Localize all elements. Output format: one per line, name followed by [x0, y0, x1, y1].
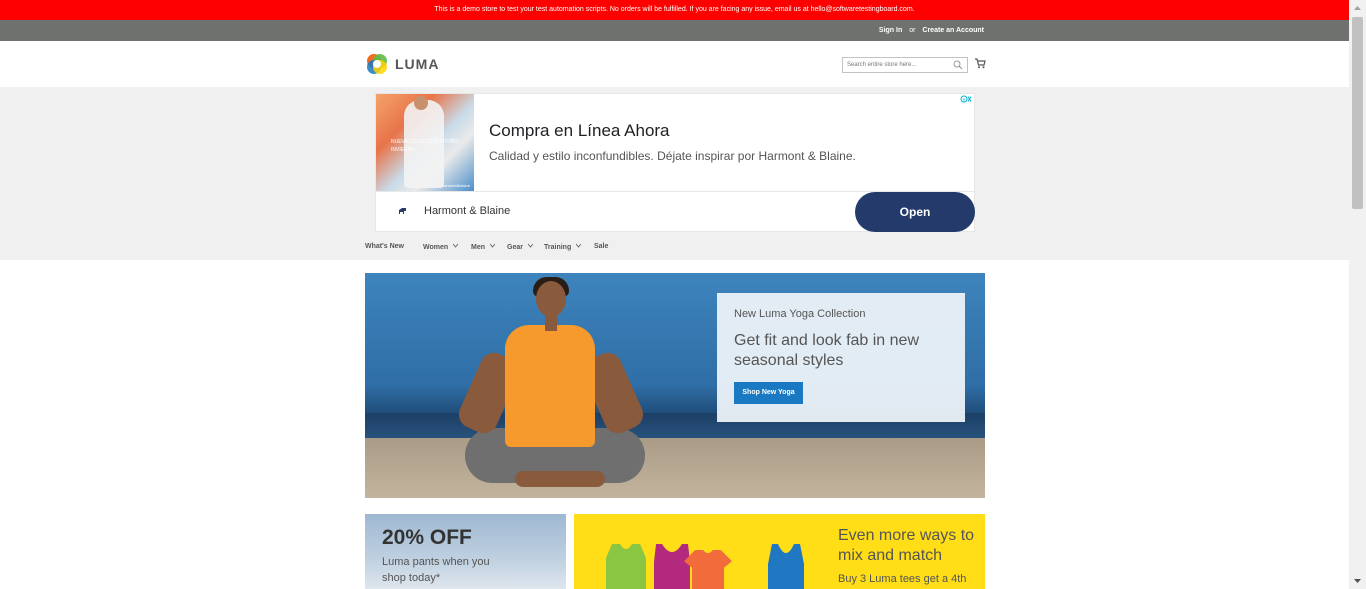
nav-item-training[interactable]: Training — [544, 243, 582, 251]
hero-sand — [365, 438, 985, 498]
hero-kicker: New Luma Yoga Collection — [734, 308, 866, 320]
dog-logo-icon — [399, 208, 406, 214]
cart-icon[interactable] — [975, 58, 986, 69]
header-panel: Sign In or Create an Account — [0, 20, 1349, 41]
pants-promo-block[interactable]: 20% OFF Luma pants when you shop today* — [365, 514, 566, 589]
nav-item-whats-new[interactable]: What's New — [365, 243, 404, 250]
search-input[interactable]: Search entire store here... — [842, 57, 968, 73]
scrollbar-thumb[interactable] — [1352, 17, 1363, 209]
logo-text: LUMA — [395, 56, 440, 72]
account-links: Sign In or Create an Account — [879, 20, 984, 41]
sign-in-link[interactable]: Sign In — [879, 20, 902, 41]
search-placeholder: Search entire store here... — [847, 62, 917, 68]
ad-brand-name: Harmont & Blaine — [424, 205, 511, 217]
yoga-model-feet — [515, 471, 605, 487]
top-ad-area: NUEVA COLECCIÓN OTOÑO-INVIERNO harmont&b… — [0, 87, 1349, 260]
hero-banner[interactable]: New Luma Yoga Collection Get fit and loo… — [365, 273, 985, 498]
nav-item-sale[interactable]: Sale — [594, 243, 608, 250]
chevron-down-icon — [576, 243, 582, 248]
tees-promo-title: Even more ways to mix and match — [838, 527, 975, 564]
or-separator: or — [909, 27, 916, 34]
ad-image[interactable]: NUEVA COLECCIÓN OTOÑO-INVIERNO harmont&b… — [376, 94, 474, 191]
demo-notice-bar: This is a demo store to test your test a… — [0, 0, 1349, 20]
ad-model-head — [414, 96, 428, 110]
create-account-link[interactable]: Create an Account — [922, 20, 984, 41]
scroll-up-arrow-icon[interactable] — [1349, 0, 1366, 17]
page-scrollbar[interactable] — [1349, 0, 1366, 589]
logo-icon — [367, 54, 387, 74]
nav-item-men[interactable]: Men — [471, 243, 495, 251]
hero-promo-box: New Luma Yoga Collection Get fit and loo… — [717, 293, 965, 422]
ad-image-caption: NUEVA COLECCIÓN OTOÑO-INVIERNO — [391, 139, 460, 153]
nav-label: Sale — [594, 243, 609, 250]
nav-label: What's New — [365, 243, 405, 250]
ad-brand-logo — [380, 205, 420, 219]
luma-logo[interactable]: LUMA — [365, 52, 445, 78]
tees-promo-block[interactable]: Even more ways to mix and match Buy 3 Lu… — [574, 514, 985, 589]
ad-description: Calidad y estilo inconfundibles. Déjate … — [489, 149, 856, 163]
pants-promo-title: 20% OFF — [382, 526, 472, 549]
ad-image-brand: harmont&blaine — [441, 183, 470, 188]
site-header: LUMA Search entire store here... — [0, 41, 1349, 87]
nav-item-women[interactable]: Women — [423, 243, 459, 251]
nav-item-gear[interactable]: Gear — [507, 243, 533, 251]
orange-tee-icon — [684, 550, 732, 589]
search-icon[interactable] — [953, 60, 963, 70]
nav-label: Training — [544, 244, 572, 251]
shop-new-yoga-button[interactable]: Shop New Yoga — [734, 382, 803, 404]
hero-title: Get fit and look fab in new seasonal sty… — [734, 332, 919, 369]
pants-promo-subtitle: Luma pants when you shop today* — [382, 556, 490, 584]
yoga-model-torso — [505, 325, 595, 447]
scroll-down-arrow-icon[interactable] — [1349, 572, 1366, 589]
chevron-down-icon — [489, 243, 495, 248]
ad-open-button[interactable]: Open — [855, 192, 975, 232]
ad-title[interactable]: Compra en Línea Ahora — [489, 121, 670, 141]
blue-tank-icon — [768, 544, 804, 589]
nav-label: Women — [423, 244, 449, 251]
ad-info-icon[interactable] — [960, 95, 972, 103]
demo-notice-text: This is a demo store to test your test a… — [434, 6, 915, 13]
yoga-model-head — [536, 281, 566, 317]
nav-label: Gear — [507, 244, 523, 251]
green-tank-icon — [606, 544, 646, 589]
chevron-down-icon — [527, 243, 533, 248]
advertisement[interactable]: NUEVA COLECCIÓN OTOÑO-INVIERNO harmont&b… — [375, 93, 975, 232]
tees-promo-subtitle: Buy 3 Luma tees get a 4th — [838, 573, 967, 585]
yoga-model-neck — [545, 315, 557, 331]
chevron-down-icon — [453, 243, 459, 248]
nav-label: Men — [471, 244, 485, 251]
